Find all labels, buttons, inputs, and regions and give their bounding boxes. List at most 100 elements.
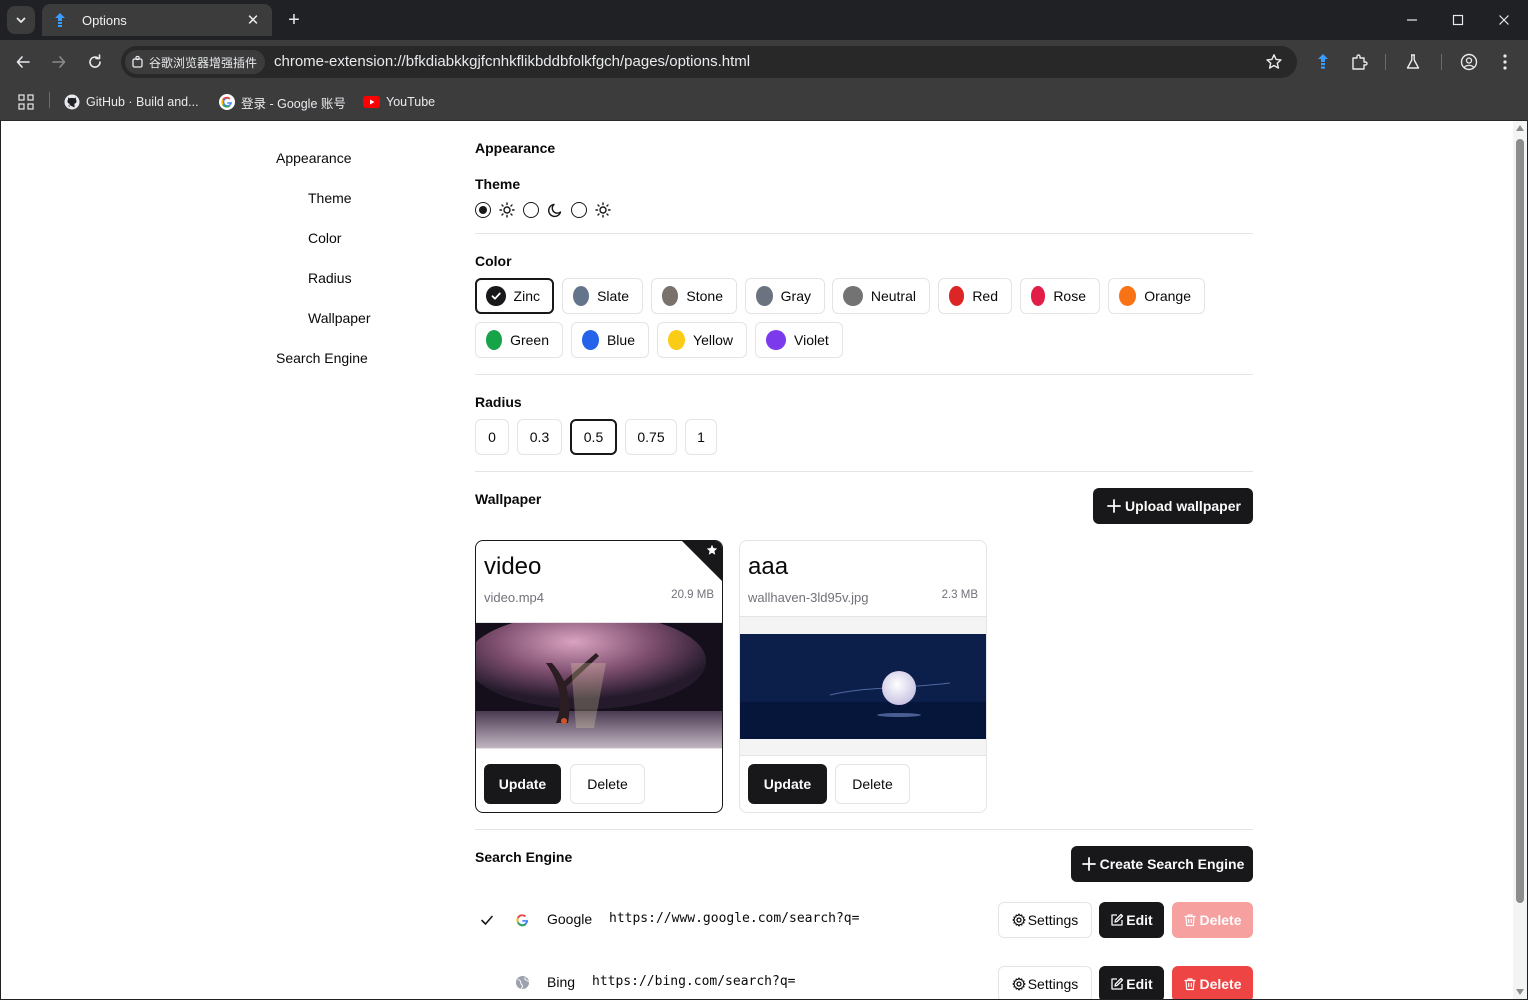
radius-0.5-button[interactable]: 0.5 bbox=[570, 419, 617, 455]
engine-settings-button[interactable]: Settings bbox=[998, 902, 1092, 938]
scroll-thumb[interactable] bbox=[1516, 139, 1524, 903]
search-engine-url: https://www.google.com/search?q= bbox=[609, 911, 860, 926]
bookmark-github[interactable]: GitHub · Build and... bbox=[64, 92, 199, 112]
nav-theme[interactable]: Theme bbox=[308, 190, 352, 206]
color-swatch bbox=[756, 286, 773, 306]
color-violet-button[interactable]: Violet bbox=[755, 322, 843, 358]
apps-grid-icon[interactable] bbox=[18, 92, 40, 112]
color-swatch bbox=[582, 330, 599, 350]
url-text[interactable]: chrome-extension://bfkdiabkkgjfcnhkflikb… bbox=[274, 46, 750, 78]
moon-icon bbox=[548, 203, 562, 218]
gear-icon bbox=[1012, 913, 1026, 927]
wallpaper-filesize: 2.3 MB bbox=[941, 589, 978, 601]
color-rose-button[interactable]: Rose bbox=[1020, 278, 1100, 314]
color-green-button[interactable]: Green bbox=[475, 322, 563, 358]
browser-chrome: Options ✕ + 谷歌浏览器增强插件 chrome-extension:/… bbox=[0, 0, 1528, 121]
engine-delete-button[interactable]: Delete bbox=[1172, 966, 1253, 999]
wallpaper-preview-image bbox=[476, 622, 722, 749]
profile-icon[interactable] bbox=[1459, 52, 1479, 72]
engine-delete-button[interactable]: Delete bbox=[1172, 902, 1253, 938]
engine-edit-button[interactable]: Edit bbox=[1099, 902, 1164, 938]
color-slate-button[interactable]: Slate bbox=[562, 278, 643, 314]
engine-edit-button[interactable]: Edit bbox=[1099, 966, 1164, 999]
color-stone-button[interactable]: Stone bbox=[651, 278, 737, 314]
wallpaper-preview-image bbox=[740, 616, 986, 756]
youtube-icon bbox=[363, 96, 380, 108]
wallpaper-filename: wallhaven-3ld95v.jpg bbox=[748, 590, 869, 605]
engine-edit-label: Edit bbox=[1126, 912, 1153, 928]
scroll-up-arrow-icon[interactable] bbox=[1516, 125, 1524, 131]
google-icon bbox=[516, 914, 529, 927]
address-bar[interactable]: 谷歌浏览器增强插件 chrome-extension://bfkdiabkkgj… bbox=[121, 46, 1297, 78]
theme-radio-light[interactable] bbox=[475, 202, 491, 218]
toolbar-separator bbox=[1441, 54, 1442, 70]
engine-settings-button[interactable]: Settings bbox=[998, 966, 1092, 999]
new-tab-button[interactable]: + bbox=[282, 8, 306, 32]
bookmark-google-account[interactable]: 登录 - Google 账号 bbox=[219, 92, 346, 112]
labs-flask-icon[interactable] bbox=[1403, 52, 1423, 72]
bookmark-youtube[interactable]: YouTube bbox=[363, 92, 435, 112]
search-engine-row: Google https://www.google.com/search?q= … bbox=[475, 902, 1253, 938]
more-menu-icon[interactable] bbox=[1495, 52, 1515, 72]
radius-0.75-button[interactable]: 0.75 bbox=[625, 419, 677, 455]
minimize-button[interactable] bbox=[1398, 6, 1426, 34]
active-tab[interactable]: Options ✕ bbox=[42, 4, 272, 36]
color-orange-button[interactable]: Orange bbox=[1108, 278, 1205, 314]
close-window-button[interactable] bbox=[1490, 6, 1518, 34]
bookmark-star-icon[interactable] bbox=[1265, 53, 1283, 71]
section-divider bbox=[475, 471, 1253, 472]
wallpaper-card[interactable]: aaa wallhaven-3ld95v.jpg 2.3 MB Update D… bbox=[739, 540, 987, 813]
wallpaper-title: aaa bbox=[748, 553, 789, 580]
plus-icon bbox=[1081, 857, 1096, 871]
color-label: Rose bbox=[1053, 288, 1086, 304]
color-gray-button[interactable]: Gray bbox=[745, 278, 825, 314]
create-search-engine-button[interactable]: Create Search Engine bbox=[1071, 846, 1253, 882]
color-neutral-button[interactable]: Neutral bbox=[832, 278, 930, 314]
color-blue-button[interactable]: Blue bbox=[571, 322, 649, 358]
radius-0-button[interactable]: 0 bbox=[475, 419, 509, 455]
wallpaper-card[interactable]: video video.mp4 20.9 MB Update Delete bbox=[475, 540, 723, 813]
delete-wallpaper-button[interactable]: Delete bbox=[570, 764, 645, 804]
color-swatch bbox=[1031, 286, 1046, 306]
update-wallpaper-button[interactable]: Update bbox=[484, 764, 561, 804]
nav-radius[interactable]: Radius bbox=[308, 270, 352, 286]
nav-color[interactable]: Color bbox=[308, 230, 341, 246]
color-zinc-button[interactable]: Zinc bbox=[475, 278, 554, 314]
color-red-button[interactable]: Red bbox=[938, 278, 1012, 314]
wallpaper-filename: video.mp4 bbox=[484, 590, 544, 605]
extension-pinned-icon[interactable] bbox=[1313, 52, 1333, 72]
radius-0.3-button[interactable]: 0.3 bbox=[517, 419, 562, 455]
maximize-button[interactable] bbox=[1444, 6, 1472, 34]
arrow-left-icon bbox=[16, 56, 30, 68]
forward-button[interactable] bbox=[45, 48, 73, 76]
color-yellow-button[interactable]: Yellow bbox=[657, 322, 747, 358]
theme-radio-dark[interactable] bbox=[523, 202, 539, 218]
radius-1-button[interactable]: 1 bbox=[685, 419, 717, 455]
reload-button[interactable] bbox=[81, 48, 109, 76]
theme-radio-system[interactable] bbox=[571, 202, 587, 218]
arrow-right-icon bbox=[52, 56, 66, 68]
tab-search-button[interactable] bbox=[7, 6, 35, 34]
nav-search-engine[interactable]: Search Engine bbox=[276, 350, 368, 366]
nav-appearance[interactable]: Appearance bbox=[276, 150, 352, 166]
color-swatch bbox=[766, 330, 786, 350]
tab-close-icon[interactable]: ✕ bbox=[244, 11, 262, 29]
check-icon bbox=[481, 915, 493, 925]
back-button[interactable] bbox=[9, 48, 37, 76]
puzzle-icon[interactable] bbox=[1349, 52, 1369, 72]
color-heading: Color bbox=[475, 253, 512, 269]
delete-wallpaper-button[interactable]: Delete bbox=[835, 764, 910, 804]
update-wallpaper-button[interactable]: Update bbox=[748, 764, 827, 804]
page-scrollbar[interactable] bbox=[1513, 121, 1527, 999]
reload-icon bbox=[89, 54, 101, 68]
extension-site-chip[interactable]: 谷歌浏览器增强插件 bbox=[125, 50, 266, 74]
radius-heading: Radius bbox=[475, 394, 522, 410]
search-engine-name: Bing bbox=[547, 974, 576, 990]
nav-wallpaper[interactable]: Wallpaper bbox=[308, 310, 371, 326]
upload-wallpaper-button[interactable]: Upload wallpaper bbox=[1093, 488, 1253, 524]
edit-icon bbox=[1111, 913, 1124, 926]
edit-icon bbox=[1111, 977, 1124, 990]
scroll-down-arrow-icon[interactable] bbox=[1516, 989, 1524, 995]
search-engine-name: Google bbox=[547, 911, 593, 927]
color-label: Gray bbox=[780, 288, 811, 304]
